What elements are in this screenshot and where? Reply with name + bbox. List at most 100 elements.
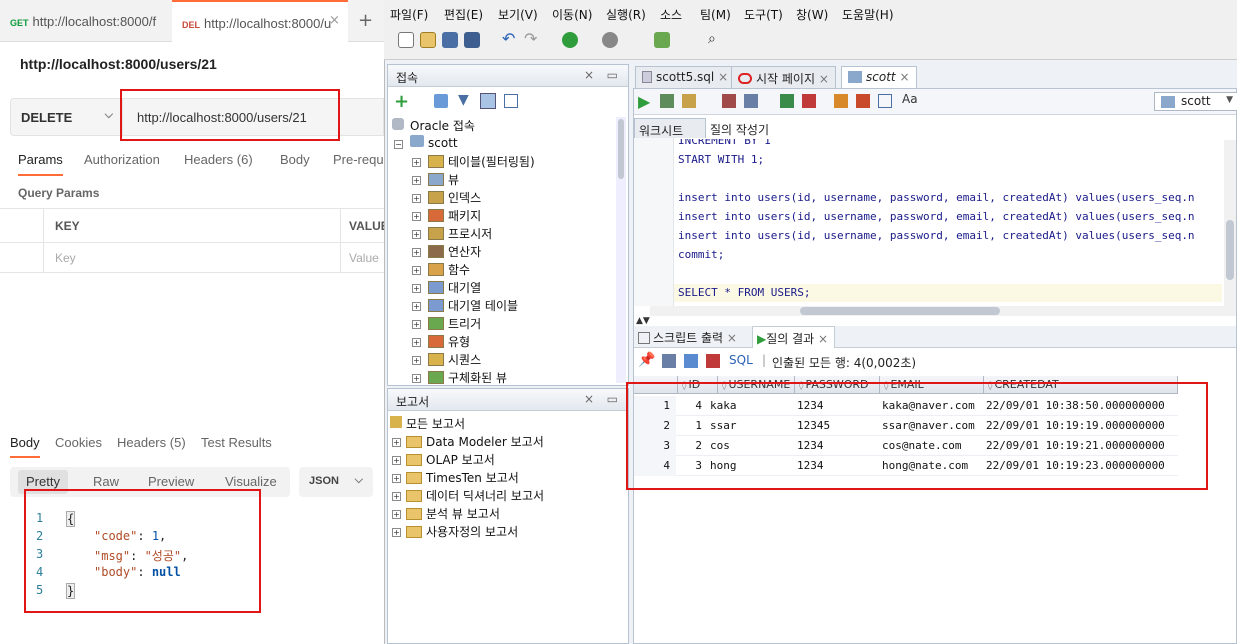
tab-authorization[interactable]: Authorization [84,152,160,167]
minimize-icon[interactable]: ▭ [607,392,618,406]
menu-edit[interactable]: 편집(E) [444,6,483,23]
explain-plan-icon[interactable] [744,94,758,108]
tab-query-result[interactable]: ▶질의 결과 × [752,326,836,348]
expand-node-icon[interactable]: + [412,230,421,239]
format-select[interactable]: JSON ⌵ [299,467,373,497]
menu-window[interactable]: 창(W) [796,6,828,23]
rollback-icon[interactable] [722,94,736,108]
tab-worksheet[interactable]: 워크시트 [634,118,706,138]
sql-button[interactable]: SQL [729,353,753,367]
tab-test-results[interactable]: Test Results [201,435,272,450]
expand-node-icon[interactable]: + [392,438,401,447]
expand-node-icon[interactable]: + [392,456,401,465]
report-item[interactable]: 분석 뷰 보고서 [406,505,500,522]
pin-icon[interactable]: 📌 [638,352,655,368]
print-icon[interactable] [662,354,676,368]
forward-icon[interactable] [602,32,618,48]
refresh-icon[interactable] [434,94,448,108]
expand-node-icon[interactable]: + [412,302,421,311]
open-folder-icon[interactable] [420,32,436,48]
tab-delete-request[interactable]: DEL http://localhost:8000/u [172,0,348,42]
view-visualize[interactable]: Visualize [225,474,277,489]
tab-headers[interactable]: Headers (6) [184,152,253,167]
menu-tools[interactable]: 도구(T) [744,6,783,23]
splitter-arrows-icon[interactable]: ▲▼ [636,316,650,326]
sql-history-icon[interactable] [834,94,848,108]
tab-get-request[interactable]: GET http://localhost:8000/f [0,0,172,42]
expand-node-icon[interactable]: + [412,176,421,185]
tab-scott5-sql[interactable]: scott5.sql × [635,66,736,88]
collapse-icon[interactable] [504,94,518,108]
menu-team[interactable]: 팀(M) [700,6,731,23]
new-tab-plus-icon[interactable]: + [358,10,373,31]
close-icon[interactable]: × [727,331,737,345]
tree-item[interactable]: 뷰 [428,171,459,188]
expand-node-icon[interactable]: + [412,194,421,203]
close-tab-icon[interactable]: × [329,13,340,28]
expand-node-icon[interactable]: + [392,528,401,537]
expand-node-icon[interactable]: + [412,374,421,383]
add-connection-icon[interactable]: + [394,91,409,112]
close-icon[interactable]: × [584,392,594,406]
close-icon[interactable]: × [718,70,728,84]
expand-node-icon[interactable]: + [412,248,421,257]
editor-vertical-scrollbar[interactable] [1224,140,1236,306]
tab-body[interactable]: Body [280,152,310,167]
tab-cookies[interactable]: Cookies [55,435,102,450]
tree-item[interactable]: 대기열 테이블 [428,297,518,314]
tree-item[interactable]: 인덱스 [428,189,481,206]
save-icon[interactable] [442,32,458,48]
expand-node-icon[interactable]: + [412,158,421,167]
redo-icon[interactable]: ↷ [524,31,540,48]
view-raw[interactable]: Raw [93,474,119,489]
expand-node-icon[interactable]: + [412,356,421,365]
save-all-icon[interactable] [464,32,480,48]
tab-params[interactable]: Params [18,152,63,176]
tree-item[interactable]: 유형 [428,333,470,350]
close-icon[interactable]: × [818,332,828,346]
menu-source[interactable]: 소스 [660,6,682,23]
cancel-icon[interactable] [706,354,720,368]
close-icon[interactable]: × [819,72,829,86]
tree-item[interactable]: 프로시저 [428,225,492,242]
value-input[interactable]: Value [349,251,379,265]
tree-item[interactable]: 트리거 [428,315,481,332]
menu-view[interactable]: 보기(V) [498,6,538,23]
tree-item[interactable]: 연산자 [428,243,481,260]
run-script-icon[interactable] [660,94,674,108]
back-icon[interactable] [562,32,578,48]
report-item[interactable]: 데이터 딕셔너리 보고서 [406,487,544,504]
expand-node-icon[interactable]: + [412,284,421,293]
menu-file[interactable]: 파일(F) [390,6,428,23]
tree-root[interactable]: Oracle 접속 [392,117,475,134]
to-uppercase-icon[interactable]: Aa [902,92,918,106]
tab-response-headers[interactable]: Headers (5) [117,435,186,450]
menu-navigate[interactable]: 이동(N) [552,6,592,23]
expand-node-icon[interactable]: + [392,510,401,519]
method-select[interactable]: DELETE ⌵ [10,98,122,136]
refresh-icon[interactable] [684,354,698,368]
expand-node-icon[interactable]: + [412,212,421,221]
close-icon[interactable]: × [899,70,909,84]
report-item[interactable]: OLAP 보고서 [406,451,495,468]
tree-item[interactable]: 시퀀스 [428,351,481,368]
sql-connection-icon[interactable] [654,32,670,48]
tree-item[interactable]: 함수 [428,261,470,278]
tab-scott-worksheet[interactable]: scott × [841,66,917,88]
view-preview[interactable]: Preview [148,474,194,489]
binoculars-icon[interactable]: ⌕ [708,32,724,48]
expand-node-icon[interactable]: + [412,266,421,275]
autotrace-icon[interactable] [780,94,794,108]
connection-select[interactable]: scott ▼ [1154,92,1237,111]
key-input[interactable]: Key [55,251,76,265]
expand-node-icon[interactable]: + [392,492,401,501]
tree-item[interactable]: 구체화된 뷰 [428,369,507,385]
clear-icon[interactable] [802,94,816,108]
tree-item[interactable]: 패키지 [428,207,481,224]
commit-icon[interactable] [682,94,696,108]
tree-connection-scott[interactable]: scott [410,135,458,150]
minimize-icon[interactable]: ▭ [607,68,618,82]
tree-item[interactable]: 대기열 [428,279,481,296]
expand-node-icon[interactable]: + [392,474,401,483]
reports-root[interactable]: 모든 보고서 [390,415,465,432]
